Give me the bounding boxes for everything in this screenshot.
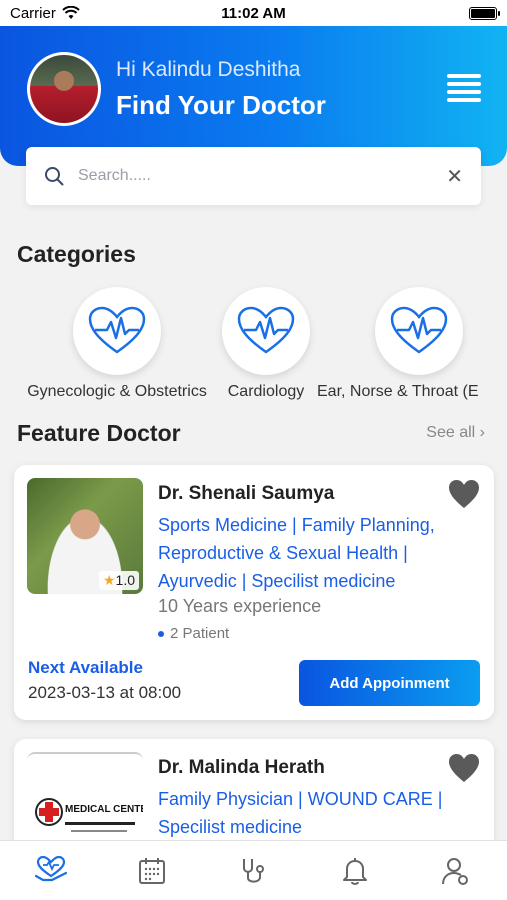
category-label: Cardiology xyxy=(227,383,305,400)
doctor-name: Dr. Malinda Herath xyxy=(158,757,325,778)
see-all-label: See all xyxy=(426,424,476,441)
carrier-label: Carrier xyxy=(10,4,56,22)
carrier-group: Carrier xyxy=(10,5,80,22)
categories-list: Gynecologic & Obstetrics Cardiology Ear,… xyxy=(0,287,507,407)
stethoscope-icon xyxy=(243,858,265,883)
star-icon: ★ xyxy=(102,572,116,588)
dot-icon xyxy=(158,631,164,638)
status-bar: Carrier 11:02 AM xyxy=(0,0,507,26)
categories-title: Categories xyxy=(17,241,136,267)
doctor-experience: 10 Years experience xyxy=(158,596,322,616)
wifi-icon xyxy=(62,6,80,19)
logo-text: MEDICAL CENTER xyxy=(65,804,143,815)
heart-pulse-icon xyxy=(375,287,463,375)
patient-count-label: 2 Patient xyxy=(170,625,230,642)
next-available-label: Next Available xyxy=(28,658,143,677)
avatar[interactable] xyxy=(27,52,101,126)
favorite-heart-icon[interactable] xyxy=(448,479,480,509)
feature-doctor-title: Feature Doctor xyxy=(17,420,181,446)
calendar-icon xyxy=(139,857,166,884)
category-cardiology[interactable]: Cardiology xyxy=(221,287,311,401)
header: Hi Kalindu Deshitha Find Your Doctor xyxy=(0,26,507,166)
patient-count: 2 Patient xyxy=(158,625,229,642)
favorite-heart-icon[interactable] xyxy=(448,753,480,783)
battery-icon xyxy=(469,6,500,20)
tab-calendar[interactable] xyxy=(132,851,172,891)
category-label: Ear, Norse & Throat (E xyxy=(317,383,479,400)
tab-profile[interactable] xyxy=(436,851,476,891)
rating-badge: ★1.0 xyxy=(98,571,139,590)
chevron-right-icon: › xyxy=(479,424,485,441)
category-gynecology[interactable]: Gynecologic & Obstetrics xyxy=(17,287,217,401)
doctor-name: Dr. Shenali Saumya xyxy=(158,483,335,504)
doctor-specialties: Family Physician | WOUND CARE | Specilis… xyxy=(158,789,443,837)
bell-icon xyxy=(342,857,367,885)
tab-doctors[interactable] xyxy=(233,851,273,891)
profile-icon xyxy=(442,857,469,885)
tab-notifications[interactable] xyxy=(335,851,375,891)
heart-pulse-icon xyxy=(73,287,161,375)
greeting-text: Hi Kalindu Deshitha xyxy=(116,58,301,81)
page-title: Find Your Doctor xyxy=(116,90,326,120)
tab-home[interactable] xyxy=(31,851,71,891)
heart-pulse-icon xyxy=(222,287,310,375)
menu-icon[interactable] xyxy=(447,74,481,102)
next-available-date: 2023-03-13 at 08:00 xyxy=(28,683,182,702)
doctor-specialties: Sports Medicine | Family Planning, Repro… xyxy=(158,515,435,591)
add-appointment-button[interactable]: Add Appoinment xyxy=(299,660,480,706)
rating-value: 1.0 xyxy=(115,572,135,588)
search-input[interactable] xyxy=(78,167,447,185)
doctor-card[interactable]: ★1.0 Dr. Shenali Saumya Sports Medicine … xyxy=(14,465,494,720)
status-time: 11:02 AM xyxy=(221,4,286,22)
doctor-photo: ★1.0 xyxy=(27,478,143,594)
search-icon xyxy=(45,167,64,186)
see-all-link[interactable]: See all › xyxy=(426,424,485,442)
heart-hand-icon xyxy=(34,855,67,881)
search-bar: ✕ xyxy=(26,147,481,205)
clear-search-icon[interactable]: ✕ xyxy=(446,164,463,189)
category-ent[interactable]: Ear, Norse & Throat (E xyxy=(317,287,507,401)
category-label: Gynecologic & Obstetrics xyxy=(27,383,207,400)
bottom-tab-bar xyxy=(0,840,507,900)
